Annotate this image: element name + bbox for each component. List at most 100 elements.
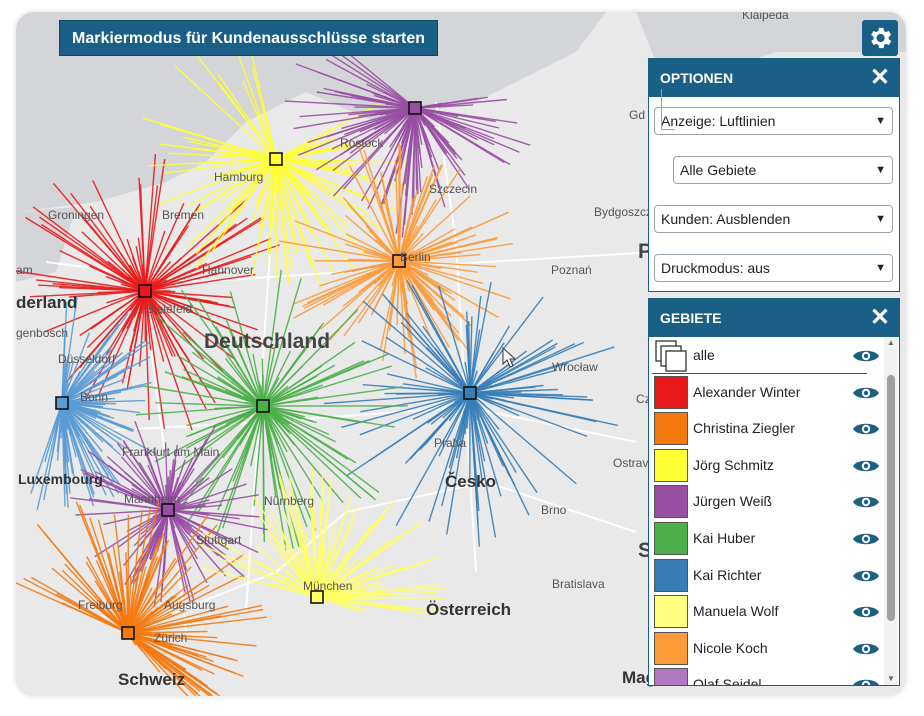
map-view[interactable]: Klaipėda Gd Szczecin Bydgoszcz Groningen…: [16, 12, 906, 696]
area-name: Christina Ziegler: [693, 420, 795, 437]
area-name: Alexander Winter: [693, 383, 801, 400]
eye-icon[interactable]: [852, 348, 880, 364]
eye-icon[interactable]: [852, 641, 880, 657]
chevron-down-icon: ▼: [875, 164, 886, 176]
area-row-all[interactable]: alle: [649, 337, 881, 374]
label-freiburg: Freiburg: [78, 598, 123, 612]
eye-icon[interactable]: [852, 604, 880, 620]
color-swatch[interactable]: [654, 631, 688, 665]
label-amsterdam-partial: am: [16, 263, 33, 277]
tree-connector: [661, 89, 662, 129]
label-munchen: München: [303, 579, 353, 593]
eye-icon[interactable]: [852, 677, 880, 685]
label-ostrava: Ostrav: [613, 456, 649, 470]
settings-button[interactable]: [862, 20, 898, 56]
territory-center-marker: [55, 396, 69, 410]
print-mode-select[interactable]: Druckmodus: aus ▼: [654, 254, 893, 282]
areas-filter-select[interactable]: Alle Gebiete ▼: [673, 156, 893, 184]
color-swatch[interactable]: [654, 521, 688, 555]
territory-center-marker: [269, 152, 283, 166]
chevron-down-icon: ▼: [875, 262, 886, 274]
eye-icon[interactable]: [852, 458, 880, 474]
label-nurnberg: Nürnberg: [264, 494, 315, 508]
label-bonn: Bonn: [80, 390, 109, 404]
label-poznan: Poznań: [551, 263, 592, 277]
area-row[interactable]: Manuela Wolf: [649, 593, 881, 630]
areas-filter-value: Alle Gebiete: [680, 162, 757, 178]
areas-list[interactable]: alle Alexander Winter Christina Ziegler Jö…: [649, 337, 881, 685]
label-berlin: Berlin: [400, 250, 431, 264]
territory-center-marker: [256, 399, 270, 413]
close-icon[interactable]: ✕: [870, 59, 890, 97]
area-name: Nicole Koch: [693, 639, 768, 656]
color-swatch[interactable]: [654, 485, 688, 519]
color-swatch[interactable]: [654, 412, 688, 446]
area-all-label: alle: [693, 347, 715, 363]
area-row[interactable]: Alexander Winter: [649, 374, 881, 411]
label-stuttgart: Stuttgart: [196, 533, 242, 547]
customers-select[interactable]: Kunden: Ausblenden ▼: [654, 205, 893, 233]
territory-center-marker: [121, 626, 135, 640]
eye-icon[interactable]: [852, 568, 880, 584]
label-deutschland: Deutschland: [204, 330, 331, 353]
label-schweiz: Schweiz: [118, 670, 186, 689]
label-bratislava: Bratislava: [552, 577, 605, 591]
territory-center-marker: [463, 386, 477, 400]
label-gd: Gd: [629, 108, 646, 122]
customers-value: Kunden: Ausblenden: [661, 211, 791, 227]
label-brno: Brno: [541, 503, 567, 517]
display-mode-value: Anzeige: Luftlinien: [661, 113, 776, 129]
customer-line: [275, 158, 278, 280]
label-bydgoszcz: Bydgoszcz: [594, 205, 653, 219]
label-klaipeda: Klaipėda: [742, 12, 789, 22]
label-wroclaw: Wrocław: [552, 360, 598, 374]
options-panel-header: OPTIONEN ✕: [649, 59, 899, 97]
area-row[interactable]: Kai Huber: [649, 520, 881, 557]
areas-scrollbar[interactable]: ▲ ▼: [884, 337, 898, 685]
label-hertogenbosch: genbosch: [16, 326, 69, 340]
label-bremen: Bremen: [162, 208, 205, 222]
label-praha: Praha: [434, 436, 467, 450]
scrollbar-thumb[interactable]: [887, 375, 895, 621]
areas-panel-title: GEBIETE: [660, 310, 722, 326]
display-mode-select[interactable]: Anzeige: Luftlinien ▼: [654, 107, 893, 135]
area-row[interactable]: Christina Ziegler: [649, 410, 881, 447]
eye-icon[interactable]: [852, 531, 880, 547]
label-hannover: Hannover: [202, 263, 255, 277]
eye-icon[interactable]: [852, 421, 880, 437]
label-hamburg: Hamburg: [214, 170, 264, 184]
area-row[interactable]: Kai Richter: [649, 557, 881, 594]
color-swatch[interactable]: [654, 668, 688, 685]
label-frankfurt: Frankfurt am Main: [122, 445, 220, 459]
area-row[interactable]: Olaf Seidel: [649, 666, 881, 685]
layers-stack-icon: [655, 340, 687, 372]
label-augsburg: Augsburg: [164, 598, 216, 612]
area-name: Kai Huber: [693, 529, 756, 546]
label-nederland: derland: [16, 293, 78, 312]
area-name: Kai Richter: [693, 566, 762, 583]
color-swatch[interactable]: [654, 595, 688, 629]
eye-icon[interactable]: [852, 385, 880, 401]
scroll-down-icon[interactable]: ▼: [884, 673, 898, 685]
close-icon[interactable]: ✕: [870, 299, 890, 337]
area-name: Jürgen Weiß: [693, 493, 773, 510]
area-row[interactable]: Jörg Schmitz: [649, 447, 881, 484]
label-mannheim: Mannheim: [124, 492, 181, 506]
chevron-down-icon: ▼: [875, 115, 886, 127]
area-name: Olaf Seidel: [693, 676, 762, 685]
color-swatch[interactable]: [654, 375, 688, 409]
area-row[interactable]: Jürgen Weiß: [649, 483, 881, 520]
color-swatch[interactable]: [654, 558, 688, 592]
areas-panel-header: GEBIETE ✕: [649, 299, 899, 337]
scroll-up-icon[interactable]: ▲: [884, 337, 898, 349]
areas-panel: GEBIETE ✕ alle Alexander Winter Christina…: [648, 298, 900, 686]
label-zurich: Zürich: [154, 631, 188, 645]
label-dusseldorf: Düsseldorf: [58, 352, 116, 366]
eye-icon[interactable]: [852, 494, 880, 510]
label-szczecin: Szczecin: [429, 182, 478, 196]
start-mark-mode-button[interactable]: Markiermodus für Kundenausschlüsse start…: [59, 20, 438, 56]
color-swatch[interactable]: [654, 448, 688, 482]
gear-icon: [871, 27, 892, 49]
label-groningen: Groningen: [48, 208, 105, 222]
area-row[interactable]: Nicole Koch: [649, 630, 881, 667]
